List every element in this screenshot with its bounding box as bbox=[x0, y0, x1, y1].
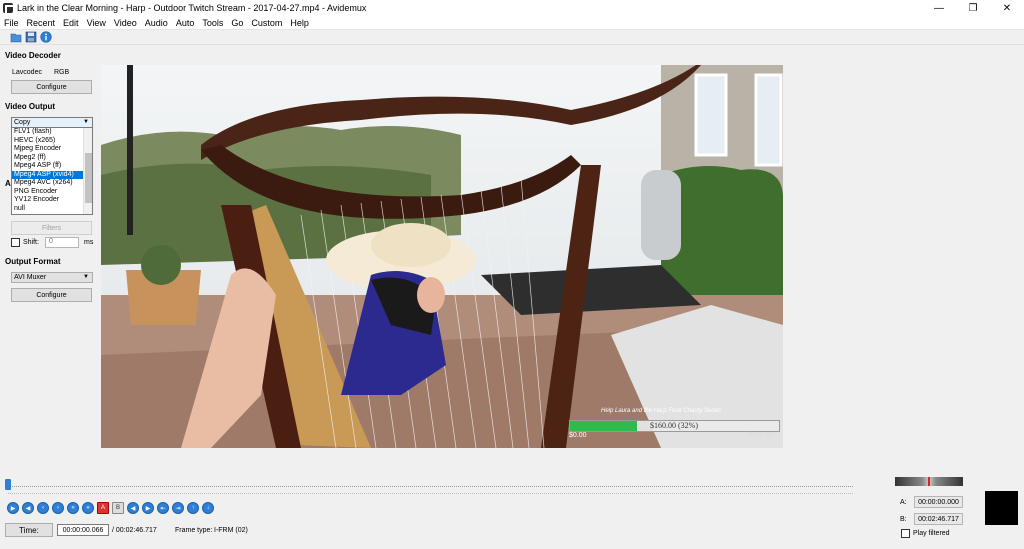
marker-b-value: 00:02:46.717 bbox=[914, 513, 963, 525]
minimize-button[interactable]: — bbox=[922, 0, 956, 16]
dropdown-option[interactable]: HEVC (x265) bbox=[12, 137, 92, 146]
audio-preview-box bbox=[985, 491, 1018, 525]
info-icon[interactable] bbox=[40, 31, 52, 43]
time-button[interactable]: Time: bbox=[5, 523, 53, 537]
navigation-controls: ▶ ◀ ‹ › « » A B ◀ ▶ ⇤ ⇥ ↑ ↓ bbox=[7, 502, 214, 514]
title-bar: Lark in the Clear Morning - Harp - Outdo… bbox=[0, 0, 1024, 16]
previous-cut-button[interactable]: ◀ bbox=[127, 502, 139, 514]
overlay-caption: Help Laura and the Harp Float Charity Se… bbox=[601, 408, 722, 414]
filters-button[interactable]: Filters bbox=[11, 221, 92, 235]
decoder-configure-button[interactable]: Configure bbox=[11, 80, 92, 94]
dropdown-option[interactable]: YV12 Encoder bbox=[12, 196, 92, 205]
dropdown-option[interactable]: Mjpeg Encoder bbox=[12, 145, 92, 154]
maximize-button[interactable]: ❐ bbox=[956, 0, 990, 16]
menu-auto[interactable]: Auto bbox=[172, 18, 199, 28]
donation-progress-fill bbox=[570, 421, 637, 431]
video-frame-image bbox=[101, 65, 783, 448]
menu-custom[interactable]: Custom bbox=[247, 18, 286, 28]
dropdown-scroll-thumb[interactable] bbox=[85, 153, 92, 203]
menu-video[interactable]: Video bbox=[110, 18, 141, 28]
set-marker-a-button[interactable]: A bbox=[97, 502, 109, 514]
current-time-field[interactable]: 00:00:00.066 bbox=[57, 524, 109, 536]
marker-a-value: 00:00:00.000 bbox=[914, 496, 963, 508]
audio-output-title-partial: A bbox=[5, 179, 11, 188]
output-format-title: Output Format bbox=[5, 257, 61, 266]
next-cut-button[interactable]: ▶ bbox=[142, 502, 154, 514]
menu-tools[interactable]: Tools bbox=[198, 18, 227, 28]
video-output-title: Video Output bbox=[5, 102, 56, 111]
menu-file[interactable]: File bbox=[0, 18, 23, 28]
dropdown-option[interactable]: null bbox=[12, 205, 92, 214]
frame-type-value: I-FRM (02) bbox=[214, 527, 248, 534]
progress-goal-label: $500.00 bbox=[748, 432, 774, 439]
decoder-name: Lavcodec bbox=[12, 69, 42, 76]
dropdown-scrollbar[interactable] bbox=[83, 128, 92, 214]
next-keyframe-button[interactable]: » bbox=[82, 502, 94, 514]
marker-a-label: A: bbox=[900, 499, 907, 506]
chevron-down-icon: ▼ bbox=[83, 119, 89, 125]
menu-audio[interactable]: Audio bbox=[141, 18, 172, 28]
dropdown-option[interactable]: FLV1 (flash) bbox=[12, 128, 92, 137]
shift-unit: ms bbox=[84, 239, 94, 246]
shift-spinbox[interactable]: 0 bbox=[45, 237, 79, 248]
decoder-format: RGB bbox=[54, 69, 70, 76]
total-time: / 00:02:46.717 bbox=[112, 527, 157, 534]
back-one-frame-button[interactable]: ‹ bbox=[37, 502, 49, 514]
save-icon[interactable] bbox=[25, 31, 37, 43]
play-filtered-label: Play filtered bbox=[913, 530, 950, 537]
window-title: Lark in the Clear Morning - Harp - Outdo… bbox=[17, 3, 367, 13]
progress-current-label: $160.00 (32%) bbox=[650, 421, 698, 430]
video-decoder-title: Video Decoder bbox=[5, 51, 61, 60]
toolbar bbox=[0, 30, 1024, 45]
menu-edit[interactable]: Edit bbox=[59, 18, 83, 28]
shift-label: Shift: bbox=[23, 239, 39, 246]
chevron-down-icon: ▼ bbox=[83, 274, 89, 280]
previous-keyframe-button[interactable]: « bbox=[67, 502, 79, 514]
frame-type-label: Frame type: bbox=[175, 527, 213, 534]
open-icon[interactable] bbox=[10, 31, 22, 43]
timeline-slider[interactable] bbox=[8, 483, 853, 487]
menu-recent[interactable]: Recent bbox=[23, 18, 60, 28]
play-button[interactable]: ▶ bbox=[7, 502, 19, 514]
menu-view[interactable]: View bbox=[83, 18, 110, 28]
app-icon bbox=[3, 3, 13, 13]
close-button[interactable]: ✕ bbox=[990, 0, 1024, 16]
timeline-ticks bbox=[8, 492, 853, 494]
play-filtered-checkbox[interactable] bbox=[901, 529, 910, 538]
shift-checkbox[interactable] bbox=[11, 238, 20, 247]
dropdown-option[interactable]: Mpeg4 ASP (ff) bbox=[12, 162, 92, 171]
go-last-frame-button[interactable]: ⇥ bbox=[172, 502, 184, 514]
dropdown-option[interactable]: Mpeg2 (ff) bbox=[12, 154, 92, 163]
video-preview: Help Laura and the Harp Float Charity Se… bbox=[101, 65, 783, 448]
go-marker-a-button[interactable]: ↑ bbox=[187, 502, 199, 514]
forward-one-frame-button[interactable]: › bbox=[52, 502, 64, 514]
dropdown-option-highlighted[interactable]: Mpeg4 ASP (xvid4) bbox=[12, 170, 92, 179]
set-marker-b-button[interactable]: B bbox=[112, 502, 124, 514]
video-output-dropdown[interactable]: FLV1 (flash) HEVC (x265) Mjpeg Encoder M… bbox=[11, 127, 93, 215]
dropdown-option[interactable]: Mpeg4 AVC (x264) bbox=[12, 179, 92, 188]
video-output-selected: Copy bbox=[14, 119, 31, 126]
timeline-slider-handle[interactable] bbox=[5, 479, 11, 490]
menu-bar: File Recent Edit View Video Audio Auto T… bbox=[0, 16, 1024, 30]
output-format-selected: AVI Muxer bbox=[14, 274, 47, 281]
progress-start-label: $0.00 bbox=[569, 432, 587, 439]
marker-b-label: B: bbox=[900, 516, 907, 523]
menu-go[interactable]: Go bbox=[227, 18, 247, 28]
go-marker-b-button[interactable]: ↓ bbox=[202, 502, 214, 514]
dropdown-option[interactable]: PNG Encoder bbox=[12, 188, 92, 197]
rewind-button[interactable]: ◀ bbox=[22, 502, 34, 514]
volume-meter-marker bbox=[928, 477, 930, 486]
menu-help[interactable]: Help bbox=[286, 18, 313, 28]
go-first-frame-button[interactable]: ⇤ bbox=[157, 502, 169, 514]
format-configure-button[interactable]: Configure bbox=[11, 288, 92, 302]
output-format-select[interactable]: AVI Muxer ▼ bbox=[11, 272, 93, 283]
